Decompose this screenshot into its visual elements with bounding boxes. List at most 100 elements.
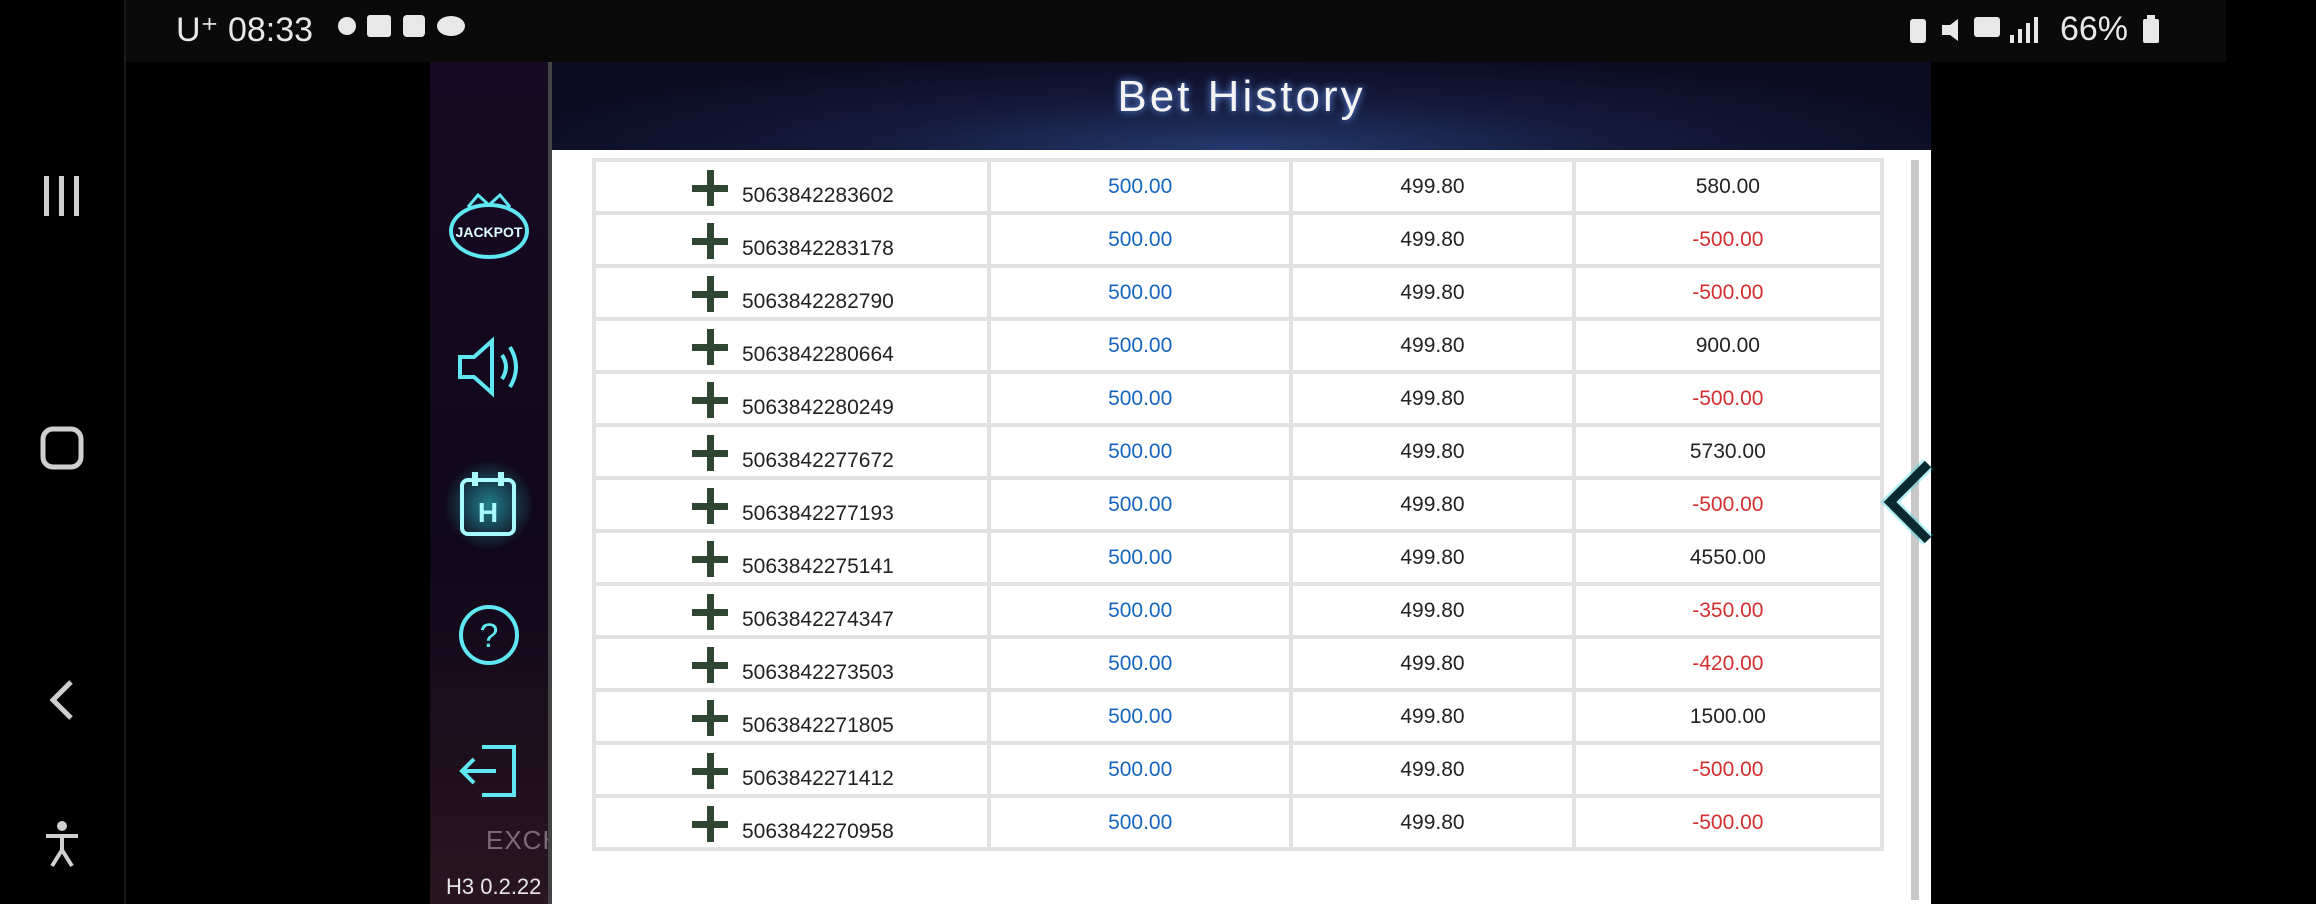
exit-icon[interactable]	[444, 726, 534, 816]
bet-history-table-container[interactable]: 5063842283602 500.00 499.80 580.00 506384228…	[592, 158, 1884, 900]
bet-amount: 500.00	[987, 582, 1294, 639]
battery-icon	[2143, 14, 2159, 43]
win-loss: -500.00	[1571, 794, 1884, 851]
game-side-panel: JACKPOT H ? EXCH H3 0.2.22	[430, 62, 561, 904]
win-loss: -420.00	[1571, 635, 1884, 692]
order-id: 5063842274347	[742, 608, 894, 631]
win-loss: 5730.00	[1571, 423, 1884, 480]
table-row: 5063842274347 500.00 499.80 -350.00	[592, 582, 1884, 639]
expand-icon[interactable]	[692, 806, 728, 842]
order-id: 5063842277193	[742, 502, 894, 525]
history-icon[interactable]: H	[444, 460, 534, 550]
expand-icon[interactable]	[692, 329, 728, 365]
popup-header: Bet History	[552, 62, 1931, 150]
expand-icon[interactable]	[692, 488, 728, 524]
order-id: 5063842273503	[742, 661, 894, 684]
expand-icon[interactable]	[692, 541, 728, 577]
valid-bet: 499.80	[1289, 370, 1576, 427]
sound-icon[interactable]	[444, 322, 534, 412]
clock: 08:33	[227, 11, 314, 49]
valid-bet: 499.80	[1289, 741, 1576, 798]
order-cell: 5063842283178	[592, 211, 992, 268]
order-cell: 5063842273503	[592, 635, 992, 692]
accessibility-icon[interactable]	[30, 812, 94, 876]
order-cell: 5063842271805	[592, 688, 992, 745]
expand-icon[interactable]	[692, 382, 728, 418]
battery-percent: 66%	[2059, 10, 2128, 48]
table-row: 5063842273503 500.00 499.80 -420.00	[592, 635, 1884, 692]
order-cell: 5063842277672	[592, 423, 992, 480]
system-nav-bar	[0, 0, 126, 904]
order-id: 5063842270958	[742, 820, 894, 843]
expand-icon[interactable]	[692, 753, 728, 789]
table-row: 5063842275141 500.00 499.80 4550.00	[592, 529, 1884, 586]
expand-icon[interactable]	[692, 435, 728, 471]
table-row: 5063842277193 500.00 499.80 -500.00	[592, 476, 1884, 533]
order-id: 5063842277672	[742, 449, 894, 472]
jackpot-text: JACKPOT	[456, 224, 523, 240]
win-loss: -500.00	[1571, 741, 1884, 798]
win-loss: 580.00	[1571, 158, 1884, 215]
valid-bet: 499.80	[1289, 264, 1576, 321]
valid-bet: 499.80	[1289, 582, 1576, 639]
valid-bet: 499.80	[1289, 635, 1576, 692]
status-right: 66%	[1906, 10, 2160, 49]
valid-bet: 499.80	[1289, 423, 1576, 480]
expand-icon[interactable]	[692, 170, 728, 206]
expand-icon[interactable]	[692, 700, 728, 736]
bet-amount: 500.00	[987, 741, 1294, 798]
bet-amount: 500.00	[987, 158, 1294, 215]
order-cell: 5063842275141	[592, 529, 992, 586]
status-bar: U⁺ 08:33 66%	[126, 0, 2226, 62]
bet-amount: 500.00	[987, 211, 1294, 268]
order-cell: 5063842280249	[592, 370, 992, 427]
win-loss: -500.00	[1571, 476, 1884, 533]
bet-amount: 500.00	[987, 317, 1294, 374]
expand-icon[interactable]	[692, 223, 728, 259]
status-left: U⁺ 08:33	[176, 10, 483, 50]
bet-amount: 500.00	[987, 794, 1294, 851]
recent-apps-icon[interactable]	[30, 164, 94, 228]
back-arrow-icon[interactable]	[1848, 442, 1968, 562]
table-row: 5063842283178 500.00 499.80 -500.00	[592, 211, 1884, 268]
home-icon[interactable]	[30, 416, 94, 480]
notification-glyphs-icon	[337, 15, 465, 37]
valid-bet: 499.80	[1289, 794, 1576, 851]
carrier-label: U⁺	[176, 11, 219, 49]
order-id: 5063842283178	[742, 237, 894, 260]
version-label: H3 0.2.22	[446, 874, 542, 899]
svg-text:H: H	[478, 497, 498, 528]
bet-amount: 500.00	[987, 476, 1294, 533]
order-cell: 5063842283602	[592, 158, 992, 215]
win-loss: 1500.00	[1571, 688, 1884, 745]
expand-icon[interactable]	[692, 594, 728, 630]
table-row: 5063842277672 500.00 499.80 5730.00	[592, 423, 1884, 480]
valid-bet: 499.80	[1289, 476, 1576, 533]
bet-amount: 500.00	[987, 423, 1294, 480]
table-row: 5063842280249 500.00 499.80 -500.00	[592, 370, 1884, 427]
svg-text:?: ?	[480, 617, 499, 655]
order-cell: 5063842271412	[592, 741, 992, 798]
notification-icons	[333, 11, 483, 49]
game-frame: JACKPOT H ? EXCH H3 0.2.22 Bet History 5…	[430, 62, 1933, 904]
status-glyphs-icon	[1909, 16, 2038, 43]
order-cell: 5063842277193	[592, 476, 992, 533]
win-loss: -500.00	[1571, 211, 1884, 268]
jackpot-icon[interactable]: JACKPOT	[444, 182, 534, 272]
order-id: 5063842283602	[742, 184, 894, 207]
order-cell: 5063842274347	[592, 582, 992, 639]
order-id: 5063842280249	[742, 396, 894, 419]
expand-icon[interactable]	[692, 647, 728, 683]
back-nav-icon[interactable]	[30, 668, 94, 732]
expand-icon[interactable]	[692, 276, 728, 312]
order-id: 5063842271412	[742, 767, 894, 790]
order-id: 5063842275141	[742, 555, 894, 578]
win-loss: 4550.00	[1571, 529, 1884, 586]
table-row: 5063842271412 500.00 499.80 -500.00	[592, 741, 1884, 798]
table-row: 5063842270958 500.00 499.80 -500.00	[592, 794, 1884, 851]
bet-amount: 500.00	[987, 688, 1294, 745]
order-cell: 5063842280664	[592, 317, 992, 374]
win-loss: -500.00	[1571, 264, 1884, 321]
help-icon[interactable]: ?	[444, 592, 534, 682]
table-row: 5063842282790 500.00 499.80 -500.00	[592, 264, 1884, 321]
